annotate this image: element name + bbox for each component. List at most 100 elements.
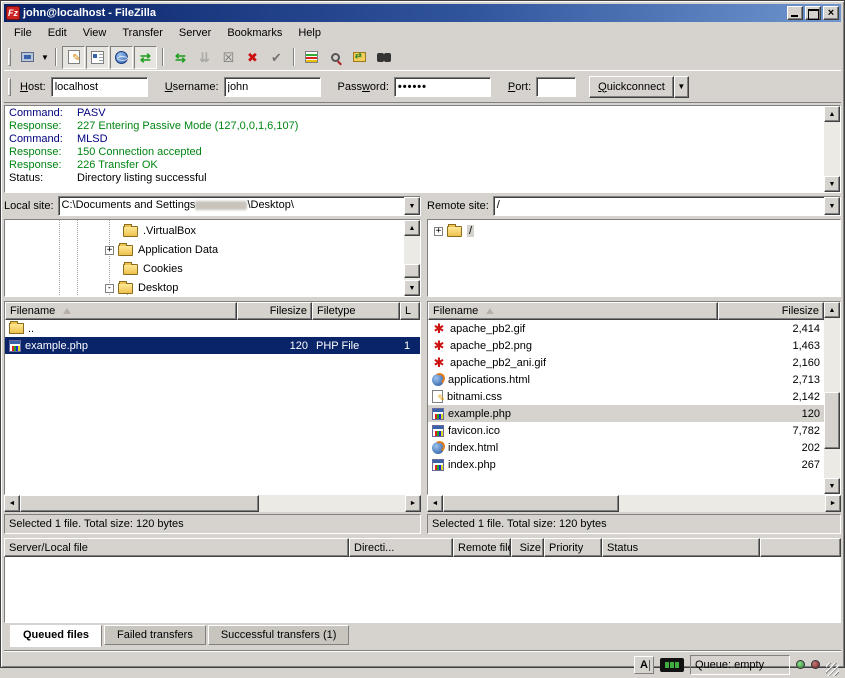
column-header-filetype[interactable]: Filetype xyxy=(312,302,400,320)
site-manager-dropdown[interactable]: ▼ xyxy=(40,46,50,69)
scroll-thumb[interactable] xyxy=(20,495,259,512)
cancel-button[interactable]: ☒ xyxy=(217,46,240,69)
column-header-status[interactable]: Status xyxy=(602,538,760,557)
speed-limits-icon[interactable] xyxy=(660,658,684,672)
local-list-rows[interactable]: .. example.php 120 PHP File 1 xyxy=(5,320,420,494)
toggle-message-log-button[interactable]: ✎ xyxy=(62,46,85,69)
scroll-thumb[interactable] xyxy=(824,392,840,450)
toolbar-grip[interactable] xyxy=(8,48,11,66)
column-header-filesize[interactable]: Filesize xyxy=(718,302,824,320)
menu-edit[interactable]: Edit xyxy=(40,24,75,42)
combo-dropdown-icon[interactable]: ▼ xyxy=(404,197,420,215)
local-tree-scrollbar[interactable]: ▲ ▼ xyxy=(404,220,420,296)
remote-list-hscrollbar[interactable]: ◄ ► xyxy=(427,495,841,512)
scroll-right-icon[interactable]: ► xyxy=(825,495,841,512)
quickconnect-grip[interactable] xyxy=(8,78,11,96)
column-header-size[interactable]: Size xyxy=(511,538,544,557)
data-type-indicator-icon[interactable]: A xyxy=(634,656,654,674)
menu-file[interactable]: File xyxy=(6,24,40,42)
scroll-down-icon[interactable]: ▼ xyxy=(404,280,420,296)
scroll-right-icon[interactable]: ► xyxy=(405,495,421,512)
port-input[interactable] xyxy=(536,77,576,97)
menu-view[interactable]: View xyxy=(75,24,115,42)
log-scrollbar[interactable]: ▲ ▼ xyxy=(824,106,840,192)
menu-bookmarks[interactable]: Bookmarks xyxy=(219,24,290,42)
file-row[interactable]: ✱apache_pb2_ani.gif 2,160 xyxy=(428,354,824,371)
minimize-button[interactable] xyxy=(787,6,803,20)
collapse-icon[interactable]: - xyxy=(105,284,114,293)
file-row[interactable]: applications.html 2,713 xyxy=(428,371,824,388)
remote-list-rows[interactable]: ✱apache_pb2.gif 2,414 ✱apache_pb2.png 1,… xyxy=(428,320,824,494)
file-row-selected[interactable]: example.php 120 xyxy=(428,405,824,422)
local-path-combo[interactable]: C:\Documents and Settings\Desktop\ ▼ xyxy=(58,196,421,216)
local-tree-body[interactable]: .VirtualBox + Application Data Cookies - xyxy=(5,220,404,296)
log-line: Response:226 Transfer OK xyxy=(5,159,824,172)
local-list-hscrollbar[interactable]: ◄ ► xyxy=(4,495,421,512)
tree-item-virtualbox[interactable]: .VirtualBox xyxy=(123,223,196,239)
remote-list-scrollbar[interactable]: ▲ ▼ xyxy=(824,302,840,494)
scroll-up-icon[interactable]: ▲ xyxy=(404,220,420,236)
quickconnect-button[interactable]: Quickconnect xyxy=(589,76,674,98)
resize-grip[interactable] xyxy=(826,663,839,676)
compare-button[interactable] xyxy=(324,46,347,69)
host-input[interactable] xyxy=(51,77,148,97)
menu-transfer[interactable]: Transfer xyxy=(114,24,171,42)
filter-button[interactable] xyxy=(300,46,323,69)
disconnect-button[interactable]: ✖ xyxy=(241,46,264,69)
filter-icon xyxy=(305,51,318,63)
toggle-queue-button[interactable]: ⇄ xyxy=(134,46,157,69)
scroll-left-icon[interactable]: ◄ xyxy=(427,495,443,512)
sync-browsing-button[interactable] xyxy=(348,46,371,69)
column-header-direction[interactable]: Directi... xyxy=(349,538,453,557)
file-row[interactable]: favicon.ico 7,782 xyxy=(428,422,824,439)
tab-failed-transfers[interactable]: Failed transfers xyxy=(104,625,206,645)
scroll-down-icon[interactable]: ▼ xyxy=(824,478,840,494)
menu-server[interactable]: Server xyxy=(171,24,219,42)
password-input[interactable] xyxy=(394,77,491,97)
tree-item-cookies[interactable]: Cookies xyxy=(123,261,183,277)
queue-body[interactable] xyxy=(4,557,841,623)
file-row[interactable]: ✱apache_pb2.png 1,463 xyxy=(428,337,824,354)
file-row[interactable]: bitnami.css 2,142 xyxy=(428,388,824,405)
close-button[interactable]: × xyxy=(823,6,839,20)
refresh-button[interactable]: ⇆ xyxy=(169,46,192,69)
scroll-left-icon[interactable]: ◄ xyxy=(4,495,20,512)
remote-path-combo[interactable]: / ▼ xyxy=(493,196,841,216)
expand-icon[interactable]: + xyxy=(434,227,443,236)
menu-help[interactable]: Help xyxy=(290,24,329,42)
file-row[interactable]: index.html 202 xyxy=(428,439,824,456)
toggle-remote-tree-button[interactable] xyxy=(110,46,133,69)
tab-queued-files[interactable]: Queued files xyxy=(10,625,102,647)
tree-item-root[interactable]: + / xyxy=(434,223,474,239)
file-row-parent-dir[interactable]: .. xyxy=(5,320,420,337)
scroll-down-icon[interactable]: ▼ xyxy=(824,176,840,192)
file-row[interactable]: ✱apache_pb2.gif 2,414 xyxy=(428,320,824,337)
site-manager-button[interactable] xyxy=(16,46,39,69)
column-header-filename[interactable]: Filename xyxy=(5,302,237,320)
tab-successful-transfers[interactable]: Successful transfers (1) xyxy=(208,625,350,645)
column-header-priority[interactable]: Priority xyxy=(544,538,602,557)
column-header-remote-file[interactable]: Remote file xyxy=(453,538,511,557)
expand-icon[interactable]: + xyxy=(105,246,114,255)
scroll-thumb[interactable] xyxy=(443,495,619,512)
column-header-lastmodified[interactable]: L xyxy=(400,302,420,320)
scroll-up-icon[interactable]: ▲ xyxy=(824,106,840,122)
toggle-local-tree-button[interactable] xyxy=(86,46,109,69)
remote-tree-body[interactable]: + / xyxy=(428,220,840,296)
file-row-example-php[interactable]: example.php 120 PHP File 1 xyxy=(5,337,420,354)
column-header-filesize[interactable]: Filesize xyxy=(237,302,312,320)
maximize-button[interactable] xyxy=(805,6,821,20)
combo-dropdown-icon[interactable]: ▼ xyxy=(824,197,840,215)
quickconnect-dropdown[interactable]: ▼ xyxy=(674,76,689,98)
tree-item-application-data[interactable]: + Application Data xyxy=(105,242,218,258)
scroll-thumb[interactable] xyxy=(404,264,420,278)
column-header-filename[interactable]: Filename xyxy=(428,302,718,320)
file-row[interactable]: index.php 267 xyxy=(428,456,824,473)
column-header-server-local-file[interactable]: Server/Local file xyxy=(4,538,349,557)
scroll-up-icon[interactable]: ▲ xyxy=(824,302,840,318)
recheck-button[interactable]: ✔ xyxy=(265,46,288,69)
tree-item-desktop[interactable]: - Desktop xyxy=(105,280,178,296)
find-button[interactable] xyxy=(372,46,395,69)
username-input[interactable] xyxy=(224,77,321,97)
process-queue-button[interactable]: ⇊ xyxy=(193,46,216,69)
